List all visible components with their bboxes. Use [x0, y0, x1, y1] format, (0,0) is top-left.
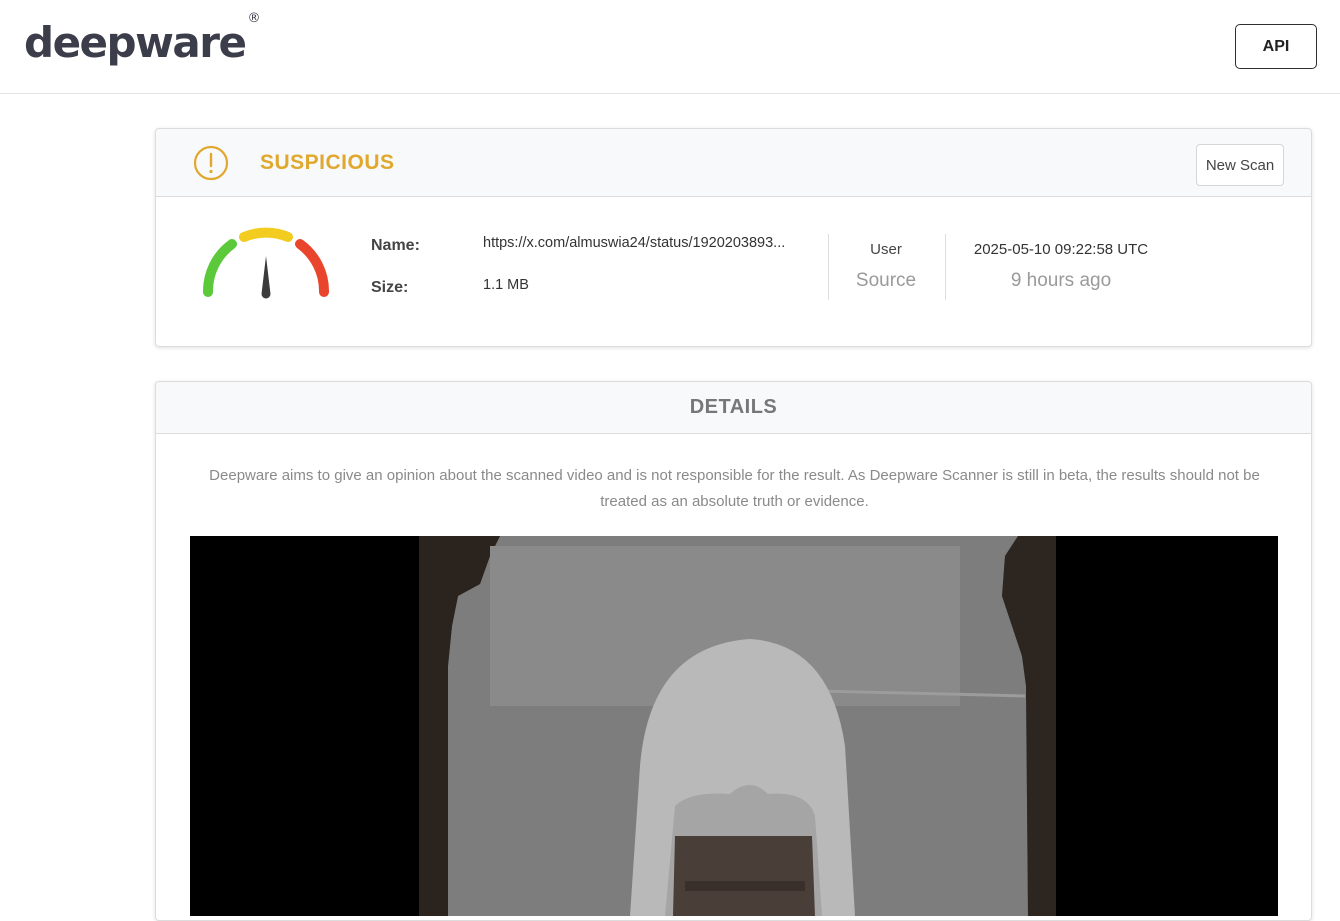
api-button[interactable]: API: [1235, 24, 1317, 69]
gauge-yellow-arc: [239, 227, 293, 242]
status-label: SUSPICIOUS: [260, 151, 395, 174]
details-card: DETAILS Deepware aims to give an opinion…: [155, 381, 1312, 921]
divider: [828, 234, 829, 300]
details-card-header: DETAILS: [156, 382, 1311, 434]
gauge-needle: [261, 256, 271, 299]
logo-text: deepware: [24, 18, 247, 67]
video-player[interactable]: [190, 536, 1278, 916]
details-title: DETAILS: [689, 396, 778, 418]
video-frame: [190, 536, 1278, 916]
size-label: Size:: [371, 279, 409, 296]
new-scan-button[interactable]: New Scan: [1196, 144, 1284, 186]
scan-relative-time: 9 hours ago: [1010, 270, 1112, 291]
disclaimer-text: Deepware aims to give an opinion about t…: [209, 467, 1260, 510]
scan-date: 2025-05-10 09:22:58 UTC: [973, 241, 1149, 258]
top-navbar: deepware ® API: [0, 0, 1340, 94]
gauge-red-arc: [295, 239, 330, 297]
gauge-green-arc: [202, 239, 237, 297]
deepware-logo[interactable]: deepware ®: [24, 11, 260, 67]
name-value[interactable]: https://x.com/almuswia24/status/19202038…: [483, 235, 813, 251]
source-label: Source: [855, 270, 917, 291]
result-card-header: SUSPICIOUS New Scan: [156, 129, 1311, 197]
face-shadow: [685, 881, 805, 891]
name-label: Name:: [371, 237, 420, 254]
divider: [945, 234, 946, 300]
result-card: SUSPICIOUS New Scan Name: https://x.com/…: [155, 128, 1312, 347]
face: [673, 836, 815, 916]
warning-circle-icon: [193, 145, 229, 181]
source-value: User: [870, 241, 902, 258]
registered-mark: ®: [247, 11, 261, 26]
size-value: 1.1 MB: [483, 277, 529, 293]
gauge-meter-icon: [202, 227, 330, 299]
